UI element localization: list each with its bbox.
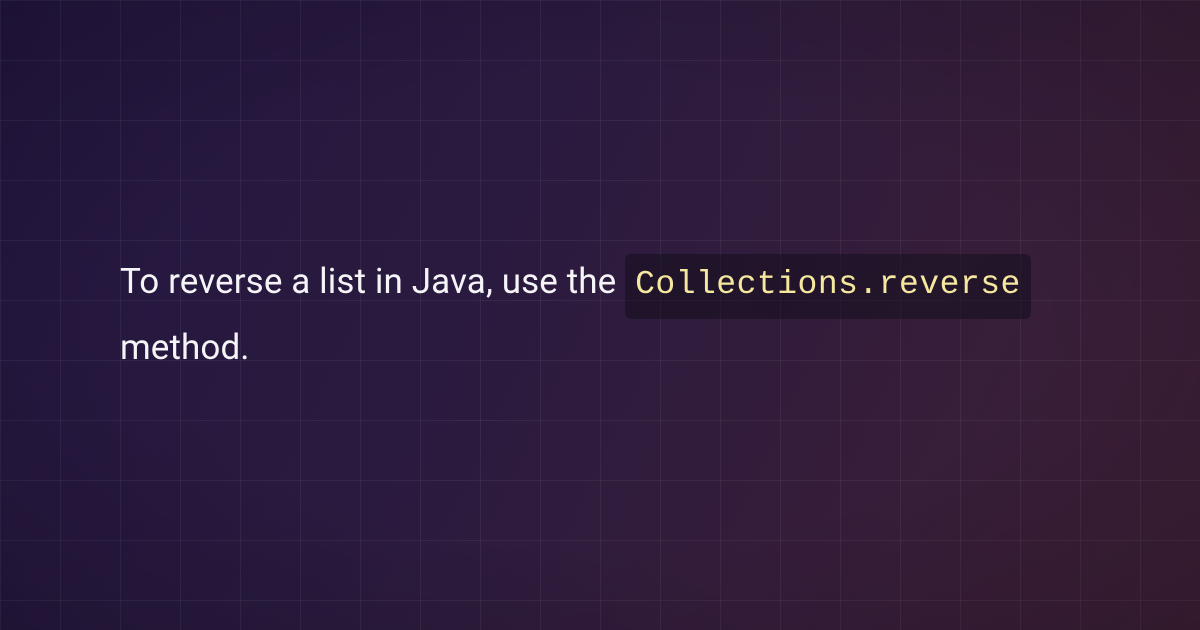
code-snippet: Collections.reverse	[625, 254, 1031, 318]
content-block: To reverse a list in Java, use the Colle…	[120, 0, 1080, 630]
text-prefix: To reverse a list in Java, use the	[120, 261, 625, 302]
description-text: To reverse a list in Java, use the Colle…	[120, 253, 1080, 376]
text-suffix: method.	[120, 327, 250, 368]
